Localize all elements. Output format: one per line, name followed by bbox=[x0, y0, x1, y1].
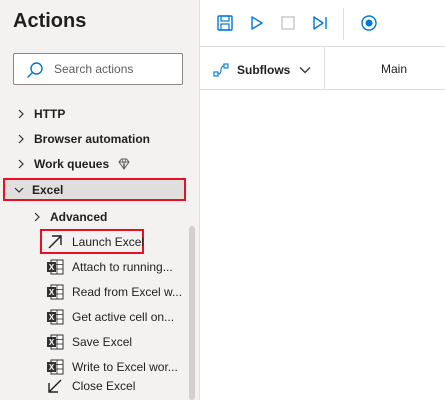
run-icon[interactable] bbox=[246, 13, 266, 33]
chevron-right-icon bbox=[18, 159, 24, 169]
subflows-icon bbox=[213, 63, 229, 77]
scrollbar-thumb[interactable] bbox=[189, 226, 195, 400]
actions-panel: Actions Search actions HTTP Browser auto… bbox=[0, 0, 200, 400]
tree-item-work-queues[interactable]: Work queues bbox=[14, 152, 131, 176]
save-icon[interactable] bbox=[215, 13, 235, 33]
chevron-right-icon bbox=[18, 134, 24, 144]
search-actions-input[interactable]: Search actions bbox=[13, 53, 183, 85]
excel-icon: X bbox=[47, 259, 64, 275]
action-label: Launch Excel bbox=[72, 235, 145, 249]
tree-label-advanced: Advanced bbox=[50, 210, 108, 224]
tree-label-http: HTTP bbox=[34, 107, 66, 121]
chevron-right-icon bbox=[18, 109, 24, 119]
tree-item-excel[interactable]: Excel bbox=[12, 178, 63, 202]
excel-icon: X bbox=[47, 334, 64, 350]
panel-title: Actions bbox=[13, 10, 87, 32]
launch-arrow-icon bbox=[48, 235, 62, 249]
tree-item-advanced[interactable]: Advanced bbox=[30, 205, 107, 229]
svg-text:X: X bbox=[49, 313, 55, 322]
search-icon bbox=[27, 62, 43, 78]
subflows-label: Subflows bbox=[237, 63, 291, 77]
tree-item-browser-automation[interactable]: Browser automation bbox=[14, 127, 150, 151]
action-label: Attach to running... bbox=[72, 260, 173, 274]
tree-label-work-queues: Work queues bbox=[34, 157, 110, 171]
svg-text:X: X bbox=[49, 288, 55, 297]
action-read-from-excel[interactable]: X Read from Excel w... bbox=[46, 280, 182, 304]
toolbar-divider bbox=[343, 8, 344, 40]
svg-text:X: X bbox=[49, 363, 55, 372]
close-arrow-icon bbox=[48, 379, 62, 393]
action-close-excel[interactable]: Close Excel bbox=[46, 374, 135, 398]
chevron-right-icon bbox=[34, 212, 40, 222]
action-get-active-cell[interactable]: X Get active cell on... bbox=[46, 305, 174, 329]
action-save-excel[interactable]: X Save Excel bbox=[46, 330, 132, 354]
excel-icon: X bbox=[47, 284, 64, 300]
tab-divider bbox=[324, 47, 325, 90]
search-placeholder: Search actions bbox=[54, 62, 134, 76]
action-label: Get active cell on... bbox=[72, 310, 175, 324]
tab-main[interactable]: Main bbox=[381, 62, 407, 76]
action-attach-to-running[interactable]: X Attach to running... bbox=[46, 255, 173, 279]
tree-label-browser-automation: Browser automation bbox=[34, 132, 151, 146]
run-next-action-icon[interactable] bbox=[310, 13, 330, 33]
stop-icon[interactable] bbox=[278, 13, 298, 33]
toolbar bbox=[200, 0, 445, 47]
svg-text:X: X bbox=[49, 263, 55, 272]
flow-canvas[interactable] bbox=[200, 90, 445, 400]
svg-text:X: X bbox=[49, 338, 55, 347]
tree-label-excel: Excel bbox=[32, 183, 64, 197]
chevron-down-icon bbox=[14, 187, 24, 193]
action-label: Close Excel bbox=[72, 379, 136, 393]
subflows-dropdown[interactable]: Subflows bbox=[212, 61, 312, 79]
record-icon[interactable] bbox=[359, 13, 379, 33]
action-label: Save Excel bbox=[72, 335, 133, 349]
action-launch-excel[interactable]: Launch Excel bbox=[46, 230, 144, 254]
excel-icon: X bbox=[47, 309, 64, 325]
premium-diamond-icon bbox=[118, 158, 130, 170]
tree-item-http[interactable]: HTTP bbox=[14, 102, 65, 126]
chevron-down-icon bbox=[299, 67, 311, 74]
action-label: Read from Excel w... bbox=[72, 285, 183, 299]
action-label: Write to Excel wor... bbox=[72, 360, 178, 374]
